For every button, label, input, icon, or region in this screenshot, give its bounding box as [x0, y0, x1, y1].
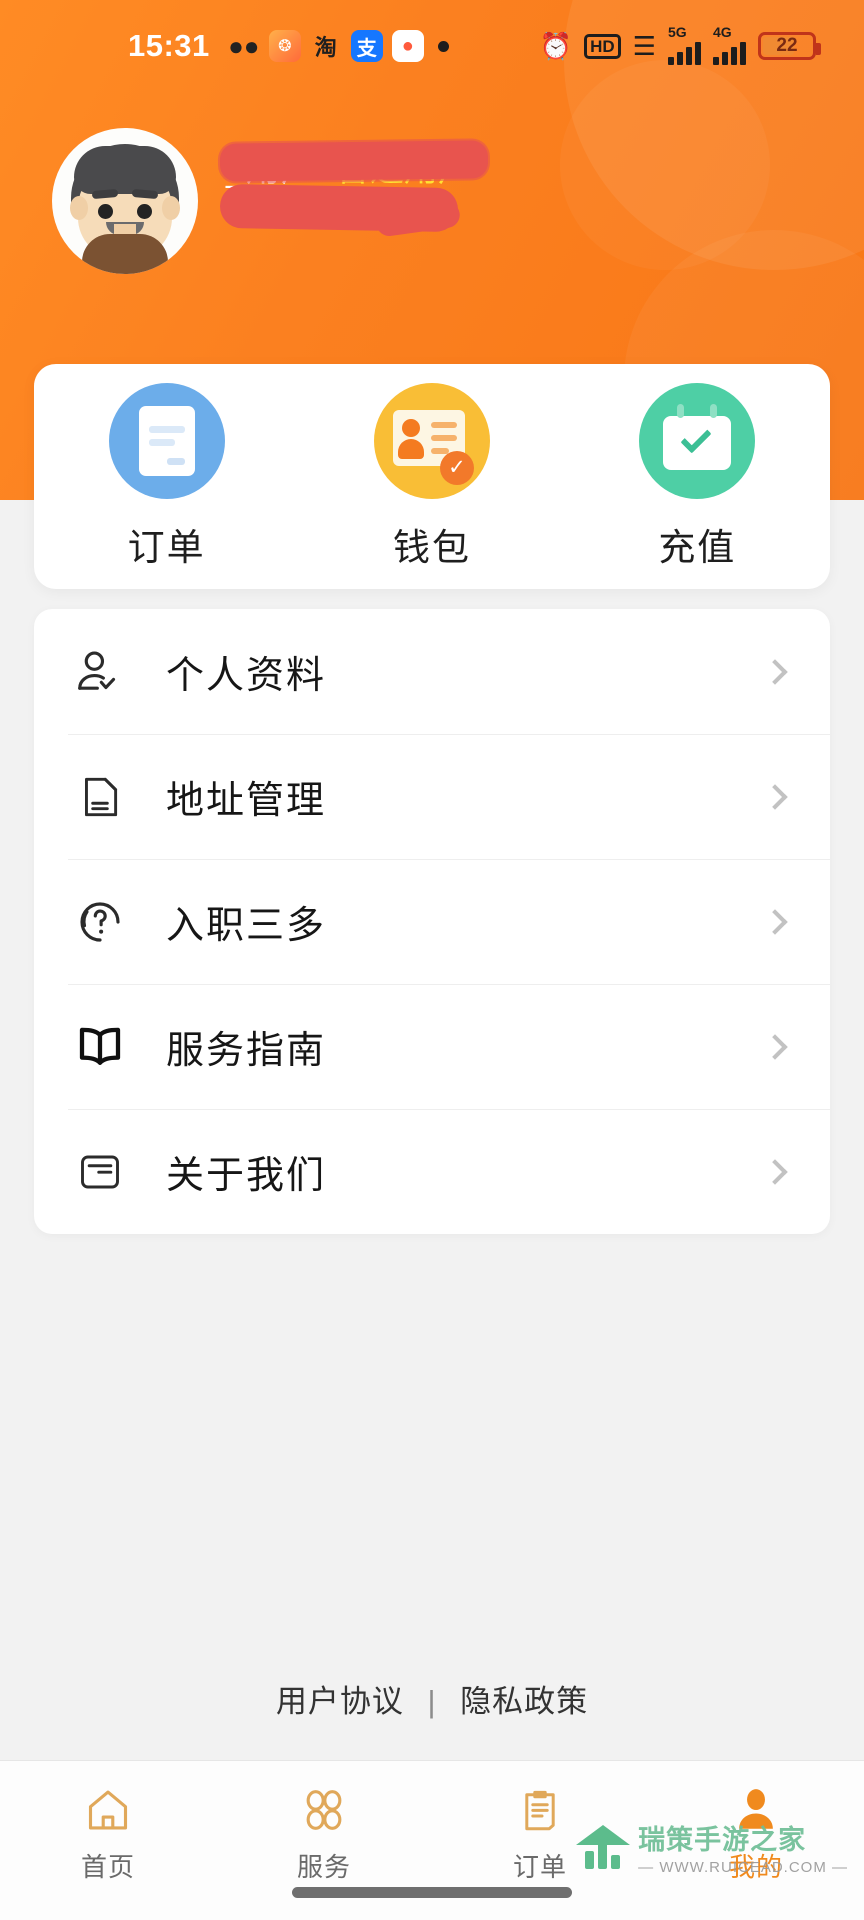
watermark-title: 瑞策手游之家	[638, 1825, 807, 1855]
tab-services[interactable]: 服务	[216, 1783, 432, 1884]
alarm-icon: ⏰	[539, 31, 573, 61]
redaction-bar	[219, 140, 489, 182]
watermark-logo-icon	[576, 1825, 631, 1869]
grid-circles-icon	[297, 1783, 351, 1837]
privacy-policy-link[interactable]: 隐私政策	[460, 1684, 588, 1719]
battery-icon: 22	[758, 32, 821, 60]
avatar[interactable]	[52, 128, 198, 274]
quick-action-wallet[interactable]: ✓ 钱包	[332, 382, 532, 571]
home-icon	[81, 1783, 135, 1837]
menu-item-label: 关于我们	[166, 1155, 327, 1197]
menu-list: 个人资料 地址管理 入职三多 服务指南 关于我们	[34, 609, 830, 1234]
menu-item-label: 地址管理	[166, 780, 327, 822]
info-card-icon	[68, 1140, 132, 1204]
quick-action-label: 钱包	[392, 526, 471, 568]
status-time: 15:31	[128, 28, 210, 63]
status-app-icons: ●● ❂ 淘 支 ●	[228, 30, 424, 62]
clipboard-icon	[513, 1783, 567, 1837]
username-row: _用户 普通用户	[219, 140, 489, 191]
footer-separator: |	[427, 1684, 437, 1719]
signal-4g-icon: 4G	[713, 24, 746, 65]
profile-block[interactable]: _用户 普通用户	[52, 128, 489, 274]
status-indicators: ⏰ HD ☰ 5G 4G 22	[539, 24, 821, 65]
document-page-icon	[68, 765, 132, 829]
menu-item-guide[interactable]: 服务指南	[34, 984, 830, 1109]
person-check-icon	[68, 640, 132, 704]
status-bar: 15:31 ●● ❂ 淘 支 ● ⏰ HD ☰ 5G 4G 22	[0, 0, 864, 92]
menu-item-label: 个人资料	[166, 655, 327, 697]
watermark-url: — WWW.RUICEAD.COM —	[638, 1859, 848, 1876]
watermark: 瑞策手游之家 — WWW.RUICEAD.COM —	[576, 1818, 848, 1876]
id-card-check-icon: ✓	[373, 382, 490, 499]
quick-actions-card: 订单 ✓ 钱包 充值	[34, 364, 830, 589]
alipay-icon: 支	[350, 30, 383, 62]
home-indicator[interactable]	[292, 1887, 572, 1898]
chevron-right-icon	[762, 1033, 788, 1060]
footer-links: 用户协议 | 隐私政策	[0, 1676, 864, 1721]
taobao-icon: 淘	[314, 35, 337, 60]
bottom-tab-bar: 首页 服务 订单 我的 瑞策手游之家 — WWW.RUICEAD.COM —	[0, 1760, 864, 1920]
quick-action-label: 充值	[658, 526, 737, 568]
chevron-right-icon	[762, 1158, 788, 1185]
open-book-icon	[68, 1015, 132, 1079]
menu-item-profile[interactable]: 个人资料	[34, 609, 830, 734]
menu-item-about[interactable]: 关于我们	[34, 1109, 830, 1234]
signal-5g-icon: 5G	[668, 24, 701, 65]
quick-action-orders[interactable]: 订单	[67, 382, 267, 571]
battery-level: 22	[776, 35, 798, 56]
tab-label: 订单	[512, 1852, 567, 1882]
notification-dot-icon	[437, 40, 449, 52]
wechat-icon: ●●	[228, 31, 260, 61]
app-screen: 15:31 ●● ❂ 淘 支 ● ⏰ HD ☰ 5G 4G 22 订单 ✓ 钱包…	[0, 0, 864, 1920]
map-pin-icon: ●	[391, 30, 424, 62]
wifi-icon: ☰	[632, 31, 656, 61]
menu-item-onboarding[interactable]: 入职三多	[34, 859, 830, 984]
chevron-right-icon	[762, 658, 788, 685]
quick-action-recharge[interactable]: 充值	[597, 382, 797, 571]
calendar-check-icon	[639, 382, 756, 499]
chevron-right-icon	[762, 908, 788, 935]
weibo-icon: ❂	[268, 30, 301, 62]
hd-icon: HD	[584, 33, 621, 59]
menu-item-label: 服务指南	[166, 1030, 327, 1072]
quick-action-label: 订单	[127, 526, 206, 568]
tab-home[interactable]: 首页	[0, 1783, 216, 1884]
tab-label: 服务	[296, 1852, 351, 1882]
question-circle-icon	[68, 890, 132, 954]
menu-item-address[interactable]: 地址管理	[34, 734, 830, 859]
user-agreement-link[interactable]: 用户协议	[276, 1684, 404, 1719]
chevron-right-icon	[762, 783, 788, 810]
profile-text: _用户 普通用户	[219, 128, 489, 238]
document-icon	[108, 382, 225, 499]
menu-item-label: 入职三多	[166, 905, 327, 947]
tab-label: 首页	[80, 1852, 135, 1882]
